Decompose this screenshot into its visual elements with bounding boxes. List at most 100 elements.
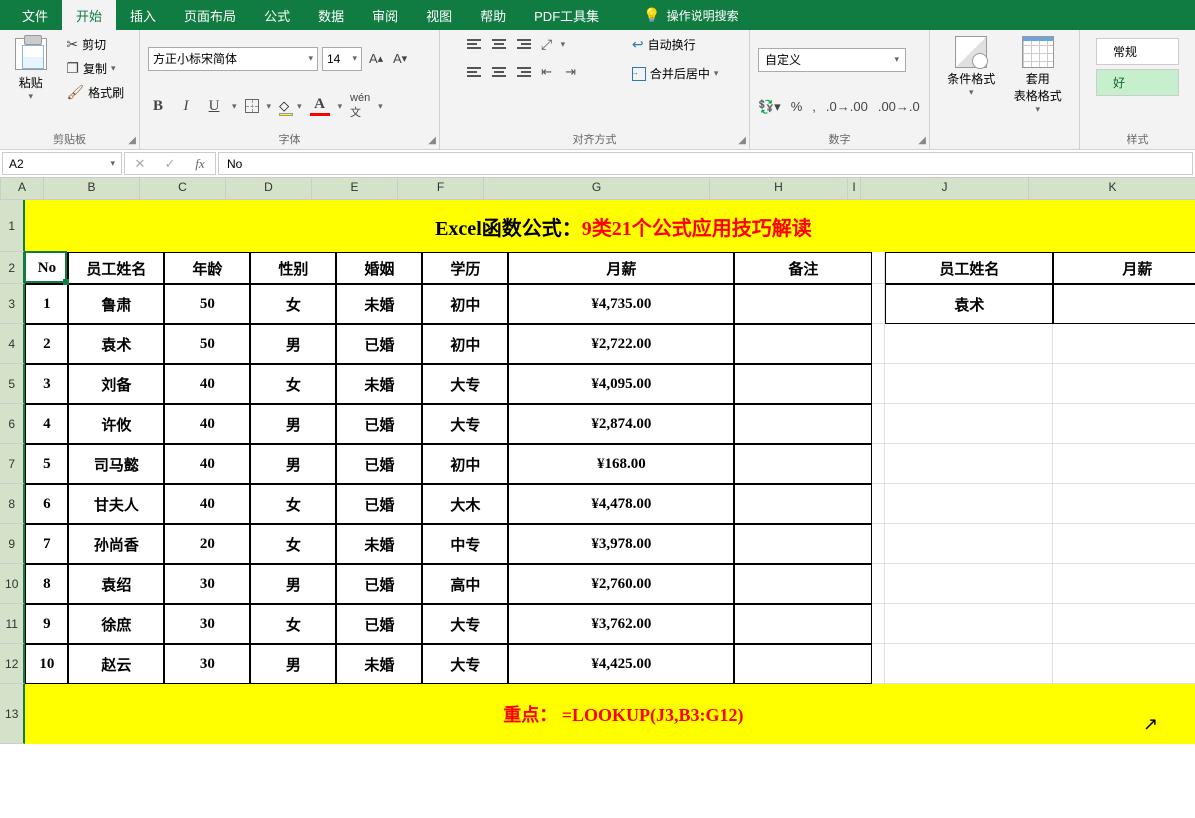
cell-G11[interactable]: ¥3,762.00 [508,604,734,644]
cell-A4[interactable]: 2 [25,324,68,364]
empty-K6[interactable] [1053,404,1195,444]
orientation-button[interactable]: ⤢ [537,34,557,54]
cell-D6[interactable]: 男 [250,404,336,444]
name-box[interactable]: A2 ▾ [2,152,122,175]
cell-B5[interactable]: 刘备 [68,364,164,404]
underline-button[interactable]: U [204,96,224,116]
cell-E10[interactable]: 已婚 [336,564,422,604]
header-D[interactable]: 性别 [250,252,336,284]
cell-F5[interactable]: 大专 [422,364,508,404]
cell-F12[interactable]: 大专 [422,644,508,684]
formula-input[interactable]: No [218,152,1193,175]
cell-E11[interactable]: 已婚 [336,604,422,644]
cell-B9[interactable]: 孙尚香 [68,524,164,564]
row-header-3[interactable]: 3 [0,284,25,324]
row-header-9[interactable]: 9 [0,524,25,564]
empty-I3[interactable] [872,284,885,324]
cell-G8[interactable]: ¥4,478.00 [508,484,734,524]
cell-F10[interactable]: 高中 [422,564,508,604]
header-E[interactable]: 婚姻 [336,252,422,284]
confirm-edit-button[interactable]: ✓ [155,156,185,172]
font-size-combo[interactable]: 14 ▾ [322,47,362,71]
menu-home[interactable]: 开始 [62,0,116,31]
align-center-button[interactable] [489,63,509,81]
empty-K11[interactable] [1053,604,1195,644]
cell-B4[interactable]: 袁术 [68,324,164,364]
cell-A10[interactable]: 8 [25,564,68,604]
cell-style-normal[interactable]: 常规 [1096,38,1179,65]
cell-C7[interactable]: 40 [164,444,250,484]
fill-color-button[interactable]: ◇ [279,98,289,114]
align-top-button[interactable] [465,35,485,53]
decrease-font-button[interactable]: A▾ [390,49,410,69]
header-F[interactable]: 学历 [422,252,508,284]
empty-I7[interactable] [872,444,885,484]
empty-J7[interactable] [885,444,1053,484]
dialog-launcher-icon[interactable]: ◢ [128,135,136,146]
cell-A5[interactable]: 3 [25,364,68,404]
cell-D4[interactable]: 男 [250,324,336,364]
decrease-decimal-button[interactable]: .00→.0 [878,99,920,115]
comma-style-button[interactable]: , [812,99,816,115]
row-header-6[interactable]: 6 [0,404,25,444]
column-header-H[interactable]: H [710,178,848,200]
cell-B10[interactable]: 袁绍 [68,564,164,604]
cell-H10[interactable] [734,564,872,604]
empty-I9[interactable] [872,524,885,564]
cell-E7[interactable]: 已婚 [336,444,422,484]
cell-E8[interactable]: 已婚 [336,484,422,524]
cell-K3[interactable] [1053,284,1195,324]
column-header-B[interactable]: B [44,178,140,200]
empty-J10[interactable] [885,564,1053,604]
column-header-E[interactable]: E [312,178,398,200]
header-A[interactable]: No [25,252,68,284]
cell-B3[interactable]: 鲁肃 [68,284,164,324]
menu-formulas[interactable]: 公式 [250,0,304,31]
empty-I12[interactable] [872,644,885,684]
chevron-down-icon[interactable]: ▾ [338,101,343,112]
cell-G12[interactable]: ¥4,425.00 [508,644,734,684]
conditional-format-button[interactable]: 条件格式 ▾ [941,34,1001,145]
menu-view[interactable]: 视图 [412,0,466,31]
cell-A11[interactable]: 9 [25,604,68,644]
font-color-button[interactable]: A [310,96,330,116]
cell-G9[interactable]: ¥3,978.00 [508,524,734,564]
cell-A6[interactable]: 4 [25,404,68,444]
menu-data[interactable]: 数据 [304,0,358,31]
menu-review[interactable]: 审阅 [358,0,412,31]
empty-J8[interactable] [885,484,1053,524]
cell-D8[interactable]: 女 [250,484,336,524]
cell-E6[interactable]: 已婚 [336,404,422,444]
cell-F3[interactable]: 初中 [422,284,508,324]
cell-G5[interactable]: ¥4,095.00 [508,364,734,404]
row-header-4[interactable]: 4 [0,324,25,364]
align-right-button[interactable] [513,63,533,81]
menu-pdf-tools[interactable]: PDF工具集 [520,0,613,31]
header-G[interactable]: 月薪 [508,252,734,284]
cell-H11[interactable] [734,604,872,644]
cell-H5[interactable] [734,364,872,404]
cell-E12[interactable]: 未婚 [336,644,422,684]
empty-J5[interactable] [885,364,1053,404]
cell-G4[interactable]: ¥2,722.00 [508,324,734,364]
empty-I2[interactable] [872,252,885,284]
menu-insert[interactable]: 插入 [116,0,170,31]
column-header-G[interactable]: G [484,178,710,200]
cell-F8[interactable]: 大木 [422,484,508,524]
empty-K10[interactable] [1053,564,1195,604]
empty-K5[interactable] [1053,364,1195,404]
chevron-down-icon[interactable]: ▾ [378,101,383,112]
increase-indent-button[interactable]: ⇥ [561,62,581,82]
cell-C9[interactable]: 20 [164,524,250,564]
cell-B12[interactable]: 赵云 [68,644,164,684]
cell-H8[interactable] [734,484,872,524]
menu-help[interactable]: 帮助 [466,0,520,31]
cell-C5[interactable]: 40 [164,364,250,404]
cell-C8[interactable]: 40 [164,484,250,524]
empty-I6[interactable] [872,404,885,444]
cell-H4[interactable] [734,324,872,364]
menu-file[interactable]: 文件 [8,0,62,31]
copy-button[interactable]: ❐ 复制 ▾ [62,58,128,79]
cell-B11[interactable]: 徐庶 [68,604,164,644]
cell-G6[interactable]: ¥2,874.00 [508,404,734,444]
